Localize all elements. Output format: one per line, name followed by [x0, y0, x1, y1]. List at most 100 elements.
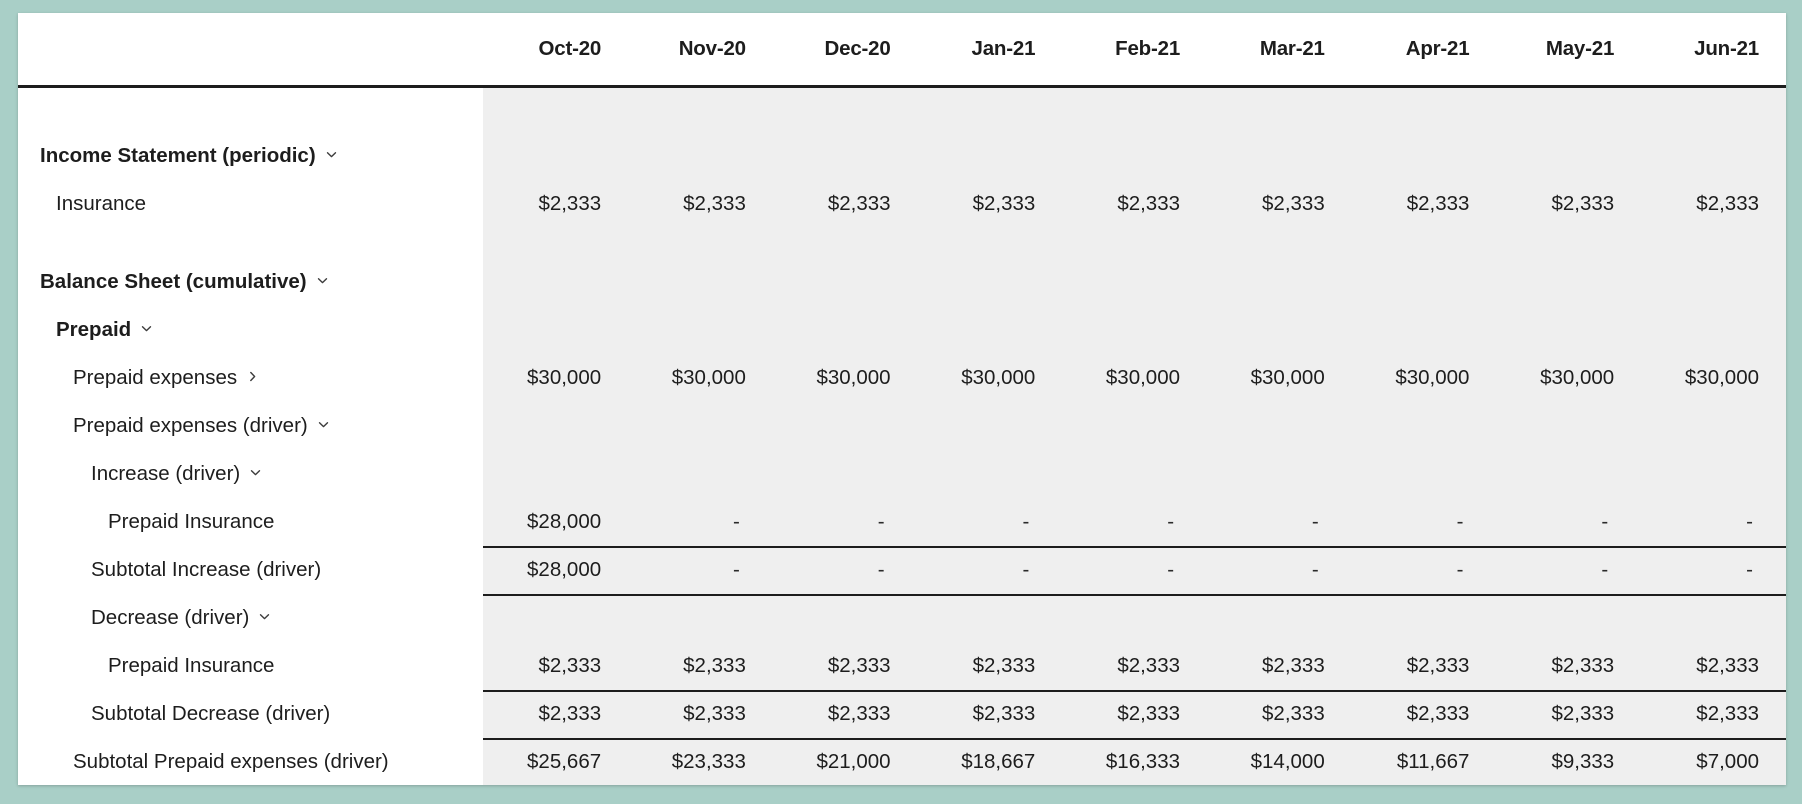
chevron-down-icon[interactable] [140, 322, 153, 335]
cell-income-statement-periodic-May-21[interactable] [1496, 132, 1642, 181]
cell-subtotal-prepaid-expenses-driver-Jun-21[interactable]: $7,000 [1641, 737, 1786, 785]
cell-prepaid-insurance-decrease-Jun-21[interactable]: $2,333 [1641, 642, 1786, 691]
cell-prepaid-expenses-driver-May-21[interactable] [1496, 402, 1642, 451]
cell-subtotal-prepaid-expenses-driver-Oct-20[interactable]: $25,667 [483, 737, 629, 785]
row-label-subtotal-decrease-driver[interactable]: Subtotal Decrease (driver) [18, 691, 483, 739]
cell-increase-driver-Feb-21[interactable] [1062, 450, 1208, 499]
cell-insurance-Feb-21[interactable]: $2,333 [1062, 180, 1208, 229]
header-period-5[interactable]: Mar-21 [1207, 13, 1352, 88]
table-row[interactable]: Prepaid [18, 306, 1786, 355]
cell-prepaid-insurance-decrease-Oct-20[interactable]: $2,333 [483, 642, 629, 691]
cell-subtotal-prepaid-expenses-driver-Feb-21[interactable]: $16,333 [1062, 737, 1208, 785]
cell-subtotal-prepaid-expenses-driver-May-21[interactable]: $9,333 [1496, 737, 1642, 785]
cell-prepaid-expenses-Dec-20[interactable]: $30,000 [772, 354, 918, 403]
cell-decrease-driver-Dec-20[interactable] [772, 594, 918, 643]
row-label-insurance[interactable]: Insurance [18, 181, 483, 229]
cell-prepaid-insurance-increase-Jun-21[interactable]: - [1641, 498, 1786, 547]
cell-decrease-driver-Nov-20[interactable] [628, 594, 773, 643]
cell-prepaid-expenses-driver-Nov-20[interactable] [628, 402, 773, 451]
cell-decrease-driver-Jun-21[interactable] [1641, 594, 1786, 643]
cell-balance-sheet-cumulative-Oct-20[interactable] [483, 258, 629, 307]
cell-prepaid-insurance-decrease-May-21[interactable]: $2,333 [1496, 642, 1642, 691]
cell-subtotal-increase-driver-Dec-20[interactable]: - [772, 545, 918, 596]
cell-prepaid-expenses-Oct-20[interactable]: $30,000 [483, 354, 629, 403]
cell-subtotal-prepaid-expenses-driver-Apr-21[interactable]: $11,667 [1351, 737, 1497, 785]
cell-subtotal-decrease-driver-Mar-21[interactable]: $2,333 [1207, 689, 1352, 740]
table-row[interactable]: Insurance $2,333 $2,333 $2,333 $2,333 $2,333 $… [18, 180, 1786, 229]
table-row[interactable]: Prepaid expenses $30,000 $30,000 $30,000 $30… [18, 354, 1786, 403]
cell-subtotal-increase-driver-Feb-21[interactable]: - [1062, 545, 1208, 596]
header-period-4[interactable]: Feb-21 [1062, 13, 1208, 88]
cell-income-statement-periodic-Feb-21[interactable] [1062, 132, 1208, 181]
cell-prepaid-insurance-decrease-Dec-20[interactable]: $2,333 [772, 642, 918, 691]
cell-increase-driver-Oct-20[interactable] [483, 450, 629, 499]
cell-subtotal-increase-driver-Mar-21[interactable]: - [1207, 545, 1352, 596]
table-row[interactable]: Prepaid Insurance $28,000- - - - - - - - [18, 498, 1786, 547]
cell-subtotal-increase-driver-Apr-21[interactable]: - [1351, 545, 1497, 596]
cell-increase-driver-May-21[interactable] [1496, 450, 1642, 499]
cell-decrease-driver-Feb-21[interactable] [1062, 594, 1208, 643]
row-label-prepaid[interactable]: Prepaid [18, 307, 483, 355]
cell-subtotal-increase-driver-Nov-20[interactable]: - [628, 545, 773, 596]
cell-prepaid-Oct-20[interactable] [483, 306, 629, 355]
cell-prepaid-expenses-Feb-21[interactable]: $30,000 [1062, 354, 1208, 403]
cell-balance-sheet-cumulative-Jun-21[interactable] [1641, 258, 1786, 307]
row-label-prepaid-insurance-increase[interactable]: Prepaid Insurance [18, 499, 483, 547]
cell-decrease-driver-Mar-21[interactable] [1207, 594, 1352, 643]
chevron-down-icon[interactable] [317, 418, 330, 431]
table-row[interactable]: Decrease (driver) [18, 594, 1786, 643]
cell-prepaid-expenses-driver-Jan-21[interactable] [917, 402, 1063, 451]
cell-prepaid-insurance-increase-Apr-21[interactable]: - [1351, 498, 1497, 547]
cell-prepaid-Dec-20[interactable] [772, 306, 918, 355]
table-row[interactable]: Prepaid Insurance $2,333 $2,333 $2,333 $2,33… [18, 642, 1786, 691]
header-period-2[interactable]: Dec-20 [772, 13, 918, 88]
cell-prepaid-Feb-21[interactable] [1062, 306, 1208, 355]
cell-prepaid-insurance-increase-May-21[interactable]: - [1496, 498, 1642, 547]
cell-decrease-driver-Apr-21[interactable] [1351, 594, 1497, 643]
cell-balance-sheet-cumulative-May-21[interactable] [1496, 258, 1642, 307]
cell-prepaid-May-21[interactable] [1496, 306, 1642, 355]
cell-prepaid-expenses-driver-Dec-20[interactable] [772, 402, 918, 451]
cell-subtotal-prepaid-expenses-driver-Jan-21[interactable]: $18,667 [917, 737, 1063, 785]
header-period-7[interactable]: May-21 [1496, 13, 1642, 88]
cell-income-statement-periodic-Apr-21[interactable] [1351, 132, 1497, 181]
cell-income-statement-periodic-Jan-21[interactable] [917, 132, 1063, 181]
cell-subtotal-decrease-driver-Jun-21[interactable]: $2,333 [1641, 689, 1786, 740]
row-label-prepaid-expenses-driver[interactable]: Prepaid expenses (driver) [18, 403, 483, 451]
cell-prepaid-insurance-decrease-Jan-21[interactable]: $2,333 [917, 642, 1063, 691]
cell-subtotal-decrease-driver-Apr-21[interactable]: $2,333 [1351, 689, 1497, 740]
row-label-increase-driver[interactable]: Increase (driver) [18, 451, 483, 499]
cell-prepaid-Nov-20[interactable] [628, 306, 773, 355]
cell-balance-sheet-cumulative-Nov-20[interactable] [628, 258, 773, 307]
cell-decrease-driver-Oct-20[interactable] [483, 594, 629, 643]
cell-balance-sheet-cumulative-Feb-21[interactable] [1062, 258, 1208, 307]
chevron-right-icon[interactable] [246, 370, 259, 383]
cell-prepaid-insurance-increase-Jan-21[interactable]: - [917, 498, 1063, 547]
cell-subtotal-increase-driver-Oct-20[interactable]: $28,000 [483, 545, 629, 596]
row-label-subtotal-increase-driver[interactable]: Subtotal Increase (driver) [18, 547, 483, 595]
cell-increase-driver-Jan-21[interactable] [917, 450, 1063, 499]
cell-subtotal-decrease-driver-Dec-20[interactable]: $2,333 [772, 689, 918, 740]
row-label-prepaid-insurance-decrease[interactable]: Prepaid Insurance [18, 643, 483, 691]
cell-prepaid-expenses-Apr-21[interactable]: $30,000 [1351, 354, 1497, 403]
cell-insurance-Oct-20[interactable]: $2,333 [483, 180, 629, 229]
cell-subtotal-increase-driver-Jan-21[interactable]: - [917, 545, 1063, 596]
row-label-balance-sheet-cumulative[interactable]: Balance Sheet (cumulative) [18, 259, 483, 307]
cell-subtotal-decrease-driver-Jan-21[interactable]: $2,333 [917, 689, 1063, 740]
cell-income-statement-periodic-Mar-21[interactable] [1207, 132, 1352, 181]
table-row[interactable]: Subtotal Decrease (driver) $2,333 $2,333 $2… [18, 689, 1786, 740]
cell-insurance-May-21[interactable]: $2,333 [1496, 180, 1642, 229]
cell-insurance-Mar-21[interactable]: $2,333 [1207, 180, 1352, 229]
cell-decrease-driver-May-21[interactable] [1496, 594, 1642, 643]
cell-prepaid-insurance-increase-Mar-21[interactable]: - [1207, 498, 1352, 547]
cell-prepaid-insurance-increase-Oct-20[interactable]: $28,000 [483, 498, 629, 547]
cell-subtotal-prepaid-expenses-driver-Mar-21[interactable]: $14,000 [1207, 737, 1352, 785]
cell-prepaid-insurance-increase-Feb-21[interactable]: - [1062, 498, 1208, 547]
cell-income-statement-periodic-Dec-20[interactable] [772, 132, 918, 181]
cell-income-statement-periodic-Jun-21[interactable] [1641, 132, 1786, 181]
cell-prepaid-expenses-driver-Jun-21[interactable] [1641, 402, 1786, 451]
cell-prepaid-expenses-driver-Oct-20[interactable] [483, 402, 629, 451]
cell-balance-sheet-cumulative-Apr-21[interactable] [1351, 258, 1497, 307]
cell-insurance-Jan-21[interactable]: $2,333 [917, 180, 1063, 229]
cell-income-statement-periodic-Oct-20[interactable] [483, 132, 629, 181]
